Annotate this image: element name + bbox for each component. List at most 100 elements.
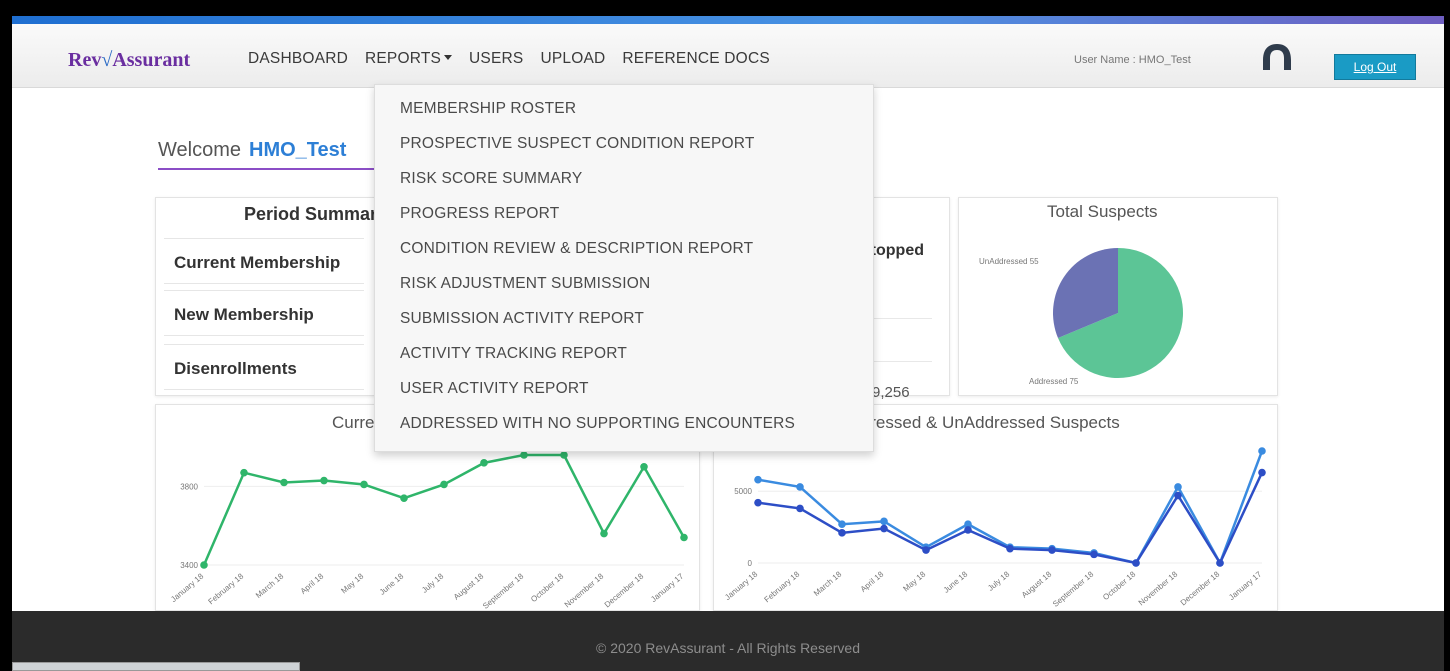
user-name-label: User Name : HMO_Test bbox=[1074, 54, 1191, 66]
x-tick-label: April 18 bbox=[859, 569, 886, 594]
nav-reports-label: REPORTS bbox=[364, 50, 442, 67]
nav-reports[interactable]: REPORTS bbox=[364, 50, 453, 68]
nav-dashboard[interactable]: DASHBOARD bbox=[248, 50, 348, 68]
period-summary-card: Period Summary Current Membership New Me… bbox=[155, 197, 387, 396]
menu-item-submission-activity[interactable]: SUBMISSION ACTIVITY REPORT bbox=[375, 301, 873, 336]
menu-item-progress-report[interactable]: PROGRESS REPORT bbox=[375, 196, 873, 231]
nav-upload[interactable]: UPLOAD bbox=[540, 50, 605, 68]
navbar: Rev√Assurant DASHBOARD REPORTS USERS UPL… bbox=[12, 24, 1444, 88]
nav-users[interactable]: USERS bbox=[469, 50, 523, 68]
y-tick-label: 3800 bbox=[180, 482, 198, 491]
welcome-heading: Welcome HMO_Test bbox=[158, 139, 382, 170]
menu-item-addressed-no-encounters[interactable]: ADDRESSED WITH NO SUPPORTING ENCOUNTERS bbox=[375, 406, 873, 441]
data-point bbox=[754, 498, 762, 507]
data-point bbox=[838, 529, 846, 537]
x-tick-label: July 18 bbox=[986, 569, 1012, 593]
divider bbox=[874, 361, 932, 362]
data-point bbox=[600, 529, 608, 538]
logout-button[interactable]: Log Out bbox=[1334, 54, 1416, 80]
menu-item-condition-review[interactable]: CONDITION REVIEW & DESCRIPTION REPORT bbox=[375, 231, 873, 266]
data-point bbox=[520, 451, 528, 459]
status-bar bbox=[12, 662, 300, 671]
data-point bbox=[1132, 559, 1140, 567]
x-tick-label: December 18 bbox=[603, 571, 646, 609]
x-tick-label: April 18 bbox=[299, 571, 326, 596]
pie-label-unaddressed: UnAddressed 55 bbox=[979, 257, 1039, 266]
data-point bbox=[240, 468, 248, 477]
x-tick-label: September 18 bbox=[481, 571, 526, 611]
disenrollments-row: Disenrollments bbox=[164, 344, 364, 390]
data-point bbox=[922, 546, 930, 554]
data-point bbox=[560, 451, 568, 459]
data-point bbox=[838, 520, 846, 529]
data-point bbox=[440, 480, 448, 489]
summary-card-right bbox=[872, 197, 950, 396]
data-point bbox=[1258, 447, 1266, 455]
x-tick-label: December 18 bbox=[1179, 569, 1222, 607]
x-tick-label: February 18 bbox=[206, 571, 245, 606]
app-window: Rev√Assurant DASHBOARD REPORTS USERS UPL… bbox=[12, 16, 1444, 671]
y-tick-label: 5000 bbox=[734, 487, 752, 496]
x-tick-label: January 17 bbox=[1227, 569, 1264, 602]
data-point bbox=[796, 483, 804, 491]
data-point bbox=[880, 517, 888, 526]
x-tick-label: October 18 bbox=[1101, 569, 1138, 602]
data-point bbox=[796, 504, 804, 513]
pie-chart: UnAddressed 55 Addressed 75 bbox=[979, 248, 1183, 386]
data-point bbox=[1048, 546, 1056, 554]
data-point bbox=[360, 480, 368, 489]
main-nav: DASHBOARD REPORTS USERS UPLOAD REFERENCE… bbox=[248, 50, 787, 68]
data-point bbox=[964, 526, 972, 534]
y-tick-label: 3400 bbox=[180, 561, 198, 570]
x-tick-label: September 18 bbox=[1051, 569, 1096, 609]
data-point bbox=[1090, 550, 1098, 559]
menu-item-prospective-suspect[interactable]: PROSPECTIVE SUSPECT CONDITION REPORT bbox=[375, 126, 873, 161]
x-tick-label: June 18 bbox=[942, 569, 970, 595]
x-tick-label: November 18 bbox=[563, 571, 606, 609]
x-tick-label: February 18 bbox=[762, 569, 801, 604]
x-tick-label: August 18 bbox=[452, 571, 486, 601]
pie-label-addressed: Addressed 75 bbox=[1029, 377, 1079, 386]
x-tick-label: January 18 bbox=[723, 569, 760, 602]
summary-value: 9,256 bbox=[872, 384, 910, 401]
avatar-icon[interactable] bbox=[1260, 42, 1294, 76]
y-tick-label: 0 bbox=[748, 559, 753, 568]
data-point bbox=[480, 459, 488, 467]
x-tick-label: May 18 bbox=[339, 571, 365, 595]
menu-item-risk-adjustment[interactable]: RISK ADJUSTMENT SUBMISSION bbox=[375, 266, 873, 301]
current-membership-row: Current Membership bbox=[164, 238, 364, 284]
data-point bbox=[1174, 491, 1182, 500]
x-tick-label: June 18 bbox=[378, 571, 406, 597]
data-point bbox=[1258, 468, 1266, 477]
data-point bbox=[1174, 483, 1182, 491]
logo[interactable]: Rev√Assurant bbox=[68, 49, 190, 72]
x-tick-label: March 18 bbox=[254, 571, 286, 600]
x-tick-label: January 18 bbox=[169, 571, 206, 604]
total-suspects-card: Total Suspects UnAddressed 55 Addressed … bbox=[958, 197, 1278, 396]
x-tick-label: January 17 bbox=[649, 571, 686, 604]
caret-down-icon bbox=[444, 55, 453, 60]
x-tick-label: May 18 bbox=[901, 569, 927, 593]
divider bbox=[874, 318, 932, 319]
welcome-user: HMO_Test bbox=[249, 139, 347, 161]
data-point bbox=[680, 533, 688, 542]
data-point bbox=[640, 462, 648, 471]
period-summary-title: Period Summary bbox=[244, 204, 388, 224]
welcome-prefix: Welcome bbox=[158, 139, 241, 161]
x-tick-label: October 18 bbox=[529, 571, 566, 604]
data-point bbox=[400, 494, 408, 503]
x-tick-label: August 18 bbox=[1020, 569, 1054, 599]
x-tick-label: November 18 bbox=[1137, 569, 1180, 607]
data-point bbox=[320, 476, 328, 485]
data-point bbox=[280, 478, 288, 487]
menu-item-risk-score-summary[interactable]: RISK SCORE SUMMARY bbox=[375, 161, 873, 196]
x-tick-label: July 18 bbox=[420, 571, 446, 595]
menu-item-membership-roster[interactable]: MEMBERSHIP ROSTER bbox=[375, 91, 873, 126]
menu-item-activity-tracking[interactable]: ACTIVITY TRACKING REPORT bbox=[375, 336, 873, 371]
nav-reference-docs[interactable]: REFERENCE DOCS bbox=[622, 50, 769, 68]
data-point bbox=[880, 524, 888, 533]
x-tick-label: March 18 bbox=[812, 569, 844, 598]
top-stripe bbox=[12, 16, 1444, 24]
menu-item-user-activity[interactable]: USER ACTIVITY REPORT bbox=[375, 371, 873, 406]
reports-dropdown-menu: MEMBERSHIP ROSTER PROSPECTIVE SUSPECT CO… bbox=[374, 84, 874, 452]
